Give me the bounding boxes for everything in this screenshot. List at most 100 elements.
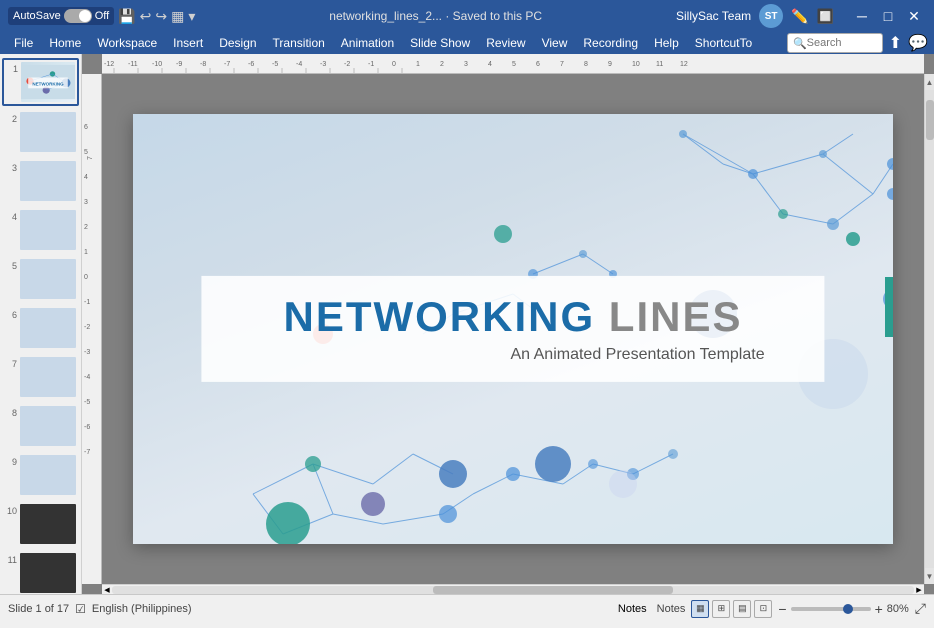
slide-item[interactable]: 9 [2,452,79,498]
slide-title: NETWORKING LINES [241,294,784,340]
slide-item[interactable]: 1 NETWORKING [2,58,79,106]
menu-file[interactable]: File [6,34,41,52]
undo-icon[interactable]: ↩ [140,8,152,25]
slide-thumbnail [20,504,76,544]
svg-text:-4: -4 [84,374,90,381]
status-right: Notes Notes ▦ ⊞ ▤ ⊡ − + 80% ⤢ [614,600,926,618]
language-label: English (Philippines) [92,603,192,615]
scroll-thumb[interactable] [926,100,934,140]
hscroll-thumb[interactable] [433,586,674,594]
slide-sorter-button[interactable]: ⊞ [712,600,730,618]
slide-thumbnail [20,357,76,397]
slide-number: 10 [5,504,17,516]
svg-text:11: 11 [656,61,663,68]
menu-review[interactable]: Review [478,34,533,52]
slide-item[interactable]: 8 [2,403,79,449]
zoom-out-button[interactable]: − [778,601,786,617]
svg-text:-3: -3 [84,349,90,356]
svg-text:-1: -1 [368,61,374,68]
ribbon-toggle-icon[interactable]: 🔲 [817,8,834,25]
horizontal-scrollbar[interactable]: ◀ ▶ [102,584,924,594]
status-bar: Slide 1 of 17 ☑ English (Philippines) No… [0,594,934,622]
slide-item[interactable]: 11 [2,550,79,594]
redo-icon[interactable]: ↪ [155,8,167,25]
pen-icon[interactable]: ✏️ [791,8,808,25]
present-icon[interactable]: ▦ [171,8,184,25]
menu-transition[interactable]: Transition [265,34,333,52]
slide-canvas: NETWORKING LINES An Animated Presentatio… [102,74,924,584]
minimize-button[interactable]: ─ [850,4,874,28]
menu-slideshow[interactable]: Slide Show [402,34,478,52]
zoom-slider[interactable] [791,607,871,611]
zoom-control: − + 80% [778,601,908,617]
slide-item[interactable]: 4 [2,207,79,253]
window-controls: ─ □ ✕ [850,4,926,28]
ruler-top: -12-11-10 -9-8-7 -6-5-4 -3-2-1 012 345 6… [102,54,924,74]
reading-view-button[interactable]: ▤ [733,600,751,618]
status-left: Slide 1 of 17 ☑ English (Philippines) [8,602,192,616]
svg-text:10: 10 [632,61,640,68]
hscroll-left-button[interactable]: ◀ [102,585,112,595]
share-icon[interactable]: ⬆ [889,33,902,53]
slide-number: 7 [5,357,17,369]
menu-help[interactable]: Help [646,34,687,52]
slide-number: 9 [5,455,17,467]
zoom-in-button[interactable]: + [875,601,883,617]
slide-main: NETWORKING LINES An Animated Presentatio… [133,114,893,544]
svg-text:12: 12 [680,61,688,68]
close-button[interactable]: ✕ [902,4,926,28]
menu-recording[interactable]: Recording [575,34,646,52]
team-label: SillySac Team [676,9,751,23]
zoom-knob[interactable] [843,604,853,614]
autosave-badge[interactable]: AutoSave Off [8,7,114,25]
title-bar: AutoSave Off 💾 ↩ ↪ ▦ ▾ networking_lines_… [0,0,934,32]
dropdown-icon[interactable]: ▾ [188,8,195,25]
svg-text:2: 2 [84,224,88,231]
search-box[interactable]: 🔍 [787,33,883,53]
slide-thumbnail [20,161,76,201]
svg-text:3: 3 [464,61,468,68]
scroll-up-button[interactable]: ▲ [925,74,934,90]
scroll-down-button[interactable]: ▼ [925,568,934,584]
slide-thumbnail [20,406,76,446]
menu-insert[interactable]: Insert [165,34,211,52]
search-input[interactable] [807,37,877,49]
slide-item[interactable]: 3 [2,158,79,204]
slide-item[interactable]: 2 [2,109,79,155]
fit-to-window-button[interactable]: ⤢ [915,600,926,617]
menu-workspace[interactable]: Workspace [89,34,165,52]
normal-view-button[interactable]: ▦ [691,600,709,618]
comment-icon[interactable]: 💬 [908,33,928,53]
svg-text:7: 7 [87,156,94,160]
title-net-text: NET [283,293,373,340]
title-working-text: WORKING [373,293,595,340]
file-title: networking_lines_2... · Saved to this PC [195,9,676,23]
presentation-mode-button[interactable]: ⊡ [754,600,772,618]
slide-item[interactable]: 10 [2,501,79,547]
save-icon[interactable]: 💾 [118,8,135,25]
slide-panel: 1 NETWORKING 2 3 [0,54,82,594]
zoom-percent[interactable]: 80% [887,603,909,615]
title-lines-text: LINES [595,293,742,340]
menu-shortcut[interactable]: ShortcutTo [687,34,760,52]
hscroll-track [112,586,914,594]
slide-number: 8 [5,406,17,418]
menu-design[interactable]: Design [211,34,264,52]
svg-text:1: 1 [84,249,88,256]
vertical-scrollbar[interactable]: ▲ ▼ [924,74,934,584]
menu-view[interactable]: View [534,34,576,52]
user-initials: ST [765,11,778,22]
svg-text:6: 6 [84,124,88,131]
menu-home[interactable]: Home [41,34,89,52]
menu-animation[interactable]: Animation [333,34,402,52]
notes-button[interactable]: Notes [614,602,651,616]
search-icon: 🔍 [793,37,807,50]
user-avatar[interactable]: ST [759,4,783,28]
slide-item[interactable]: 6 [2,305,79,351]
restore-button[interactable]: □ [876,4,900,28]
slide-item[interactable]: 5 [2,256,79,302]
slide-item[interactable]: 7 [2,354,79,400]
ruler-left: 7 654 321 0-1-2 -3-4-5 -6-7 [82,74,102,584]
autosave-toggle[interactable] [64,9,92,23]
hscroll-right-button[interactable]: ▶ [914,585,924,595]
